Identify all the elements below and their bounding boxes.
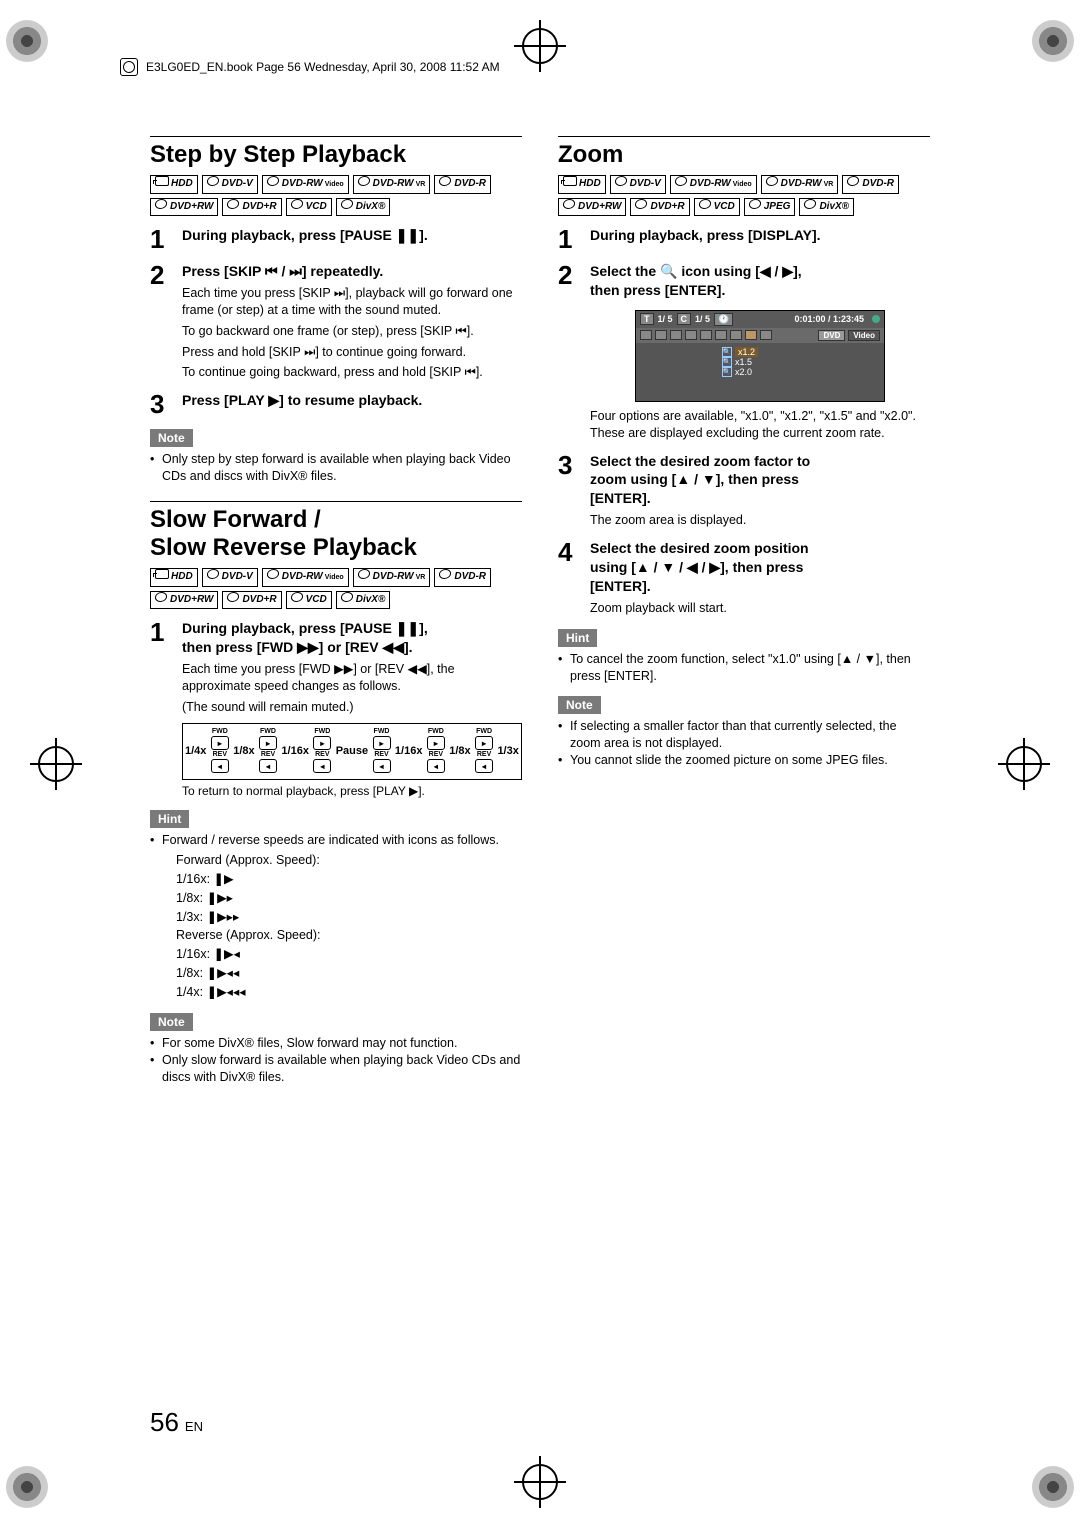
osd-screenshot: T 1/ 5 C 1/ 5 🕐 0:01:00 / 1:23:45 DVD Vi… <box>635 310 885 402</box>
slow-diagram-sub: To return to normal playback, press [PLA… <box>182 784 522 798</box>
hint-label: Hint <box>150 810 189 828</box>
slow-step-1: 1 During playback, press [PAUSE ❚❚], the… <box>150 619 522 798</box>
left-column: Step by Step Playback HDD DVD-V DVD-RWVi… <box>150 130 522 1086</box>
zoom-note-label: Note <box>558 696 601 714</box>
header-text: E3LG0ED_EN.book Page 56 Wednesday, April… <box>146 60 500 74</box>
crosshair-left <box>30 738 82 790</box>
reg-mark-tl <box>6 20 48 62</box>
zoom-step-4: 4 Select the desired zoom position using… <box>558 539 930 617</box>
step-playback-title: Step by Step Playback <box>150 141 522 169</box>
format-row-1: HDD DVD-V DVD-RWVideo DVD-RWVR DVD-R DVD… <box>150 175 522 216</box>
crosshair-top <box>514 20 566 72</box>
reg-mark-br <box>1032 1466 1074 1508</box>
book-icon <box>120 58 138 76</box>
step-2: 2 Press [SKIP ⏮ / ⏭] repeatedly. Each ti… <box>150 262 522 381</box>
format-row-3: HDD DVD-V DVD-RWVideo DVD-RWVR DVD-R DVD… <box>558 175 930 216</box>
right-column: Zoom HDD DVD-V DVD-RWVideo DVD-RWVR DVD-… <box>558 130 930 1086</box>
page-number: 56EN <box>150 1407 203 1438</box>
slow-playback-title: Slow Forward / Slow Reverse Playback <box>150 506 522 562</box>
reg-mark-bl <box>6 1466 48 1508</box>
note-label-2: Note <box>150 1013 193 1031</box>
header-line: E3LG0ED_EN.book Page 56 Wednesday, April… <box>120 58 500 76</box>
osd-icon <box>640 330 652 340</box>
zoom-title: Zoom <box>558 141 930 169</box>
format-row-2: HDD DVD-V DVD-RWVideo DVD-RWVR DVD-R DVD… <box>150 568 522 609</box>
step-1: 1 During playback, press [PAUSE ❚❚]. <box>150 226 522 252</box>
speed-list: Forward (Approx. Speed): 1/16x: ❚▶ 1/8x:… <box>176 851 522 1001</box>
zoom-step-1: 1 During playback, press [DISPLAY]. <box>558 226 930 252</box>
note-label: Note <box>150 429 193 447</box>
status-dot-icon <box>872 315 880 323</box>
note-list: Only step by step forward is available w… <box>150 451 522 485</box>
zoom-step-3: 3 Select the desired zoom factor to zoom… <box>558 452 930 530</box>
slow-speed-diagram: 1/4x FWD▸REV◂ 1/8x FWD▸REV◂ 1/16x FWD▸RE… <box>182 723 522 780</box>
step-3: 3 Press [PLAY ▶] to resume playback. <box>150 391 522 417</box>
zoom-step-2: 2 Select the 🔍 icon using [◀ / ▶], then … <box>558 262 930 442</box>
reg-mark-tr <box>1032 20 1074 62</box>
crosshair-bottom <box>514 1456 566 1508</box>
crosshair-right <box>998 738 1050 790</box>
zoom-hint-label: Hint <box>558 629 597 647</box>
